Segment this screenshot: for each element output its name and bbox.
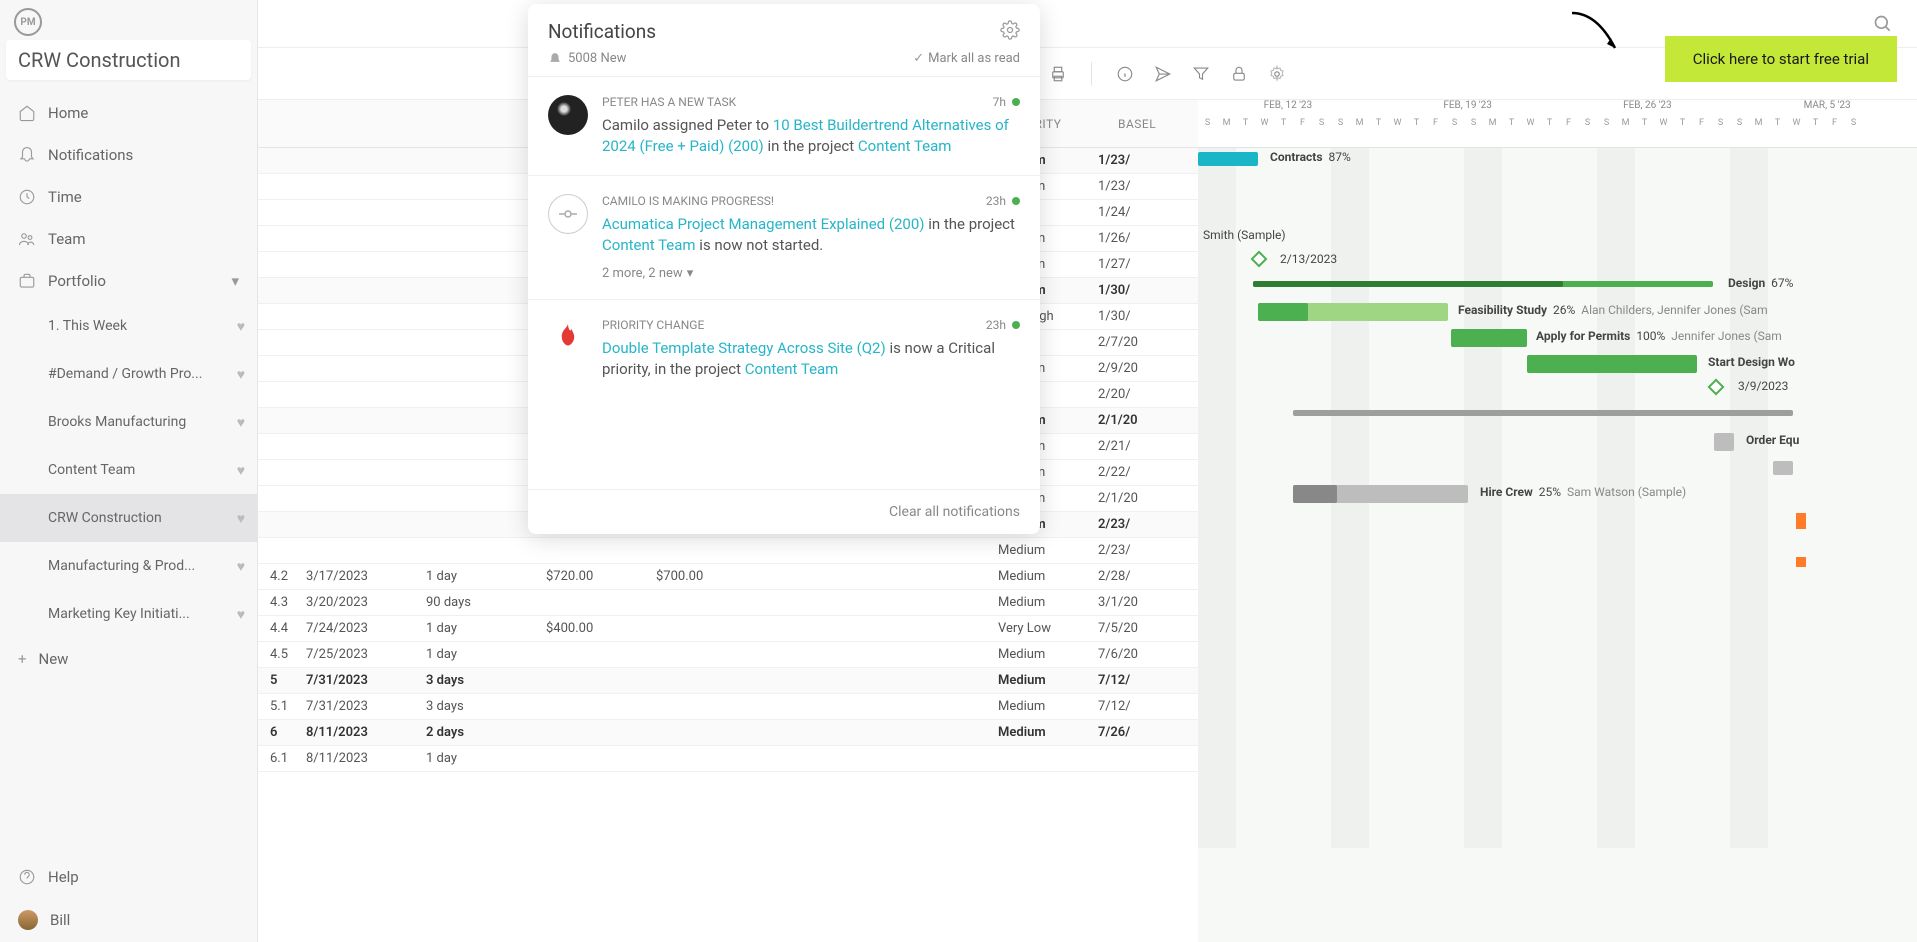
- info-icon[interactable]: [1112, 61, 1138, 87]
- gear-icon[interactable]: [1264, 61, 1290, 87]
- nav-portfolio[interactable]: Portfolio ▾: [0, 260, 257, 302]
- project-title-row[interactable]: CRW Construction: [6, 40, 251, 80]
- nav-new[interactable]: + New: [0, 638, 257, 680]
- send-icon[interactable]: [1150, 61, 1176, 87]
- milestone-icon[interactable]: [1708, 379, 1725, 396]
- plus-icon: +: [18, 650, 27, 668]
- table-row[interactable]: 4.57/25/20231 dayMedium7/6/20: [258, 642, 1198, 668]
- task-link[interactable]: Double Template Strategy Across Site (Q2…: [602, 339, 886, 357]
- portfolio-item[interactable]: Manufacturing & Prod...♥: [0, 542, 257, 590]
- gantt-bar-permits[interactable]: [1451, 329, 1527, 347]
- sidebar: PM CRW Construction Home Notifications T…: [0, 0, 258, 942]
- col-baseline[interactable]: BASEL: [1110, 117, 1198, 131]
- table-row[interactable]: 6.18/11/20231 day: [258, 746, 1198, 772]
- chevron-down-icon: ▾: [687, 266, 694, 281]
- chevron-down-icon: ▾: [231, 272, 239, 290]
- milestone-icon[interactable]: [1796, 557, 1806, 567]
- project-title: CRW Construction: [18, 48, 181, 72]
- unread-dot-icon: [1012, 197, 1020, 205]
- table-row[interactable]: 68/11/20232 daysMedium7/26/: [258, 720, 1198, 746]
- table-row[interactable]: 4.47/24/20231 day$400.00Very Low7/5/20: [258, 616, 1198, 642]
- notif-count: 5008 New: [568, 51, 626, 66]
- gantt-bar-order[interactable]: [1714, 433, 1734, 451]
- unread-dot-icon: [1012, 98, 1020, 106]
- print-icon[interactable]: [1045, 61, 1071, 87]
- home-icon: [18, 104, 36, 122]
- expand-more[interactable]: 2 more, 2 new▾: [602, 266, 1020, 281]
- gantt-pane[interactable]: FEB, 12 '23FEB, 19 '23FEB, 26 '23MAR, 5 …: [1198, 100, 1917, 942]
- clear-all-button[interactable]: Clear all notifications: [528, 489, 1040, 534]
- notifications-panel: Notifications 5008 New ✓Mark all as read…: [528, 4, 1040, 534]
- portfolio-item[interactable]: Marketing Key Initiati...♥: [0, 590, 257, 638]
- heart-icon[interactable]: ♥: [237, 606, 245, 623]
- gantt-bar-start-design[interactable]: [1527, 355, 1697, 373]
- team-icon: [18, 230, 36, 248]
- portfolio-item-active[interactable]: CRW Construction♥: [0, 494, 257, 542]
- cta-arrow: [1567, 8, 1627, 58]
- notif-title: Notifications: [548, 20, 656, 43]
- nav-notifications[interactable]: Notifications: [0, 134, 257, 176]
- free-trial-button[interactable]: Click here to start free trial: [1665, 36, 1897, 82]
- heart-icon[interactable]: ♥: [237, 318, 245, 335]
- table-row[interactable]: 57/31/20233 daysMedium7/12/: [258, 668, 1198, 694]
- bell-icon: [18, 146, 36, 164]
- app-logo: PM: [14, 8, 42, 36]
- table-row[interactable]: 4.33/20/202390 daysMedium3/1/20: [258, 590, 1198, 616]
- nav-home[interactable]: Home: [0, 92, 257, 134]
- nav-user[interactable]: Bill: [0, 898, 257, 942]
- avatar: [18, 910, 38, 930]
- gantt-body: Contracts 87% Smith (Sample) 2/13/2023 D…: [1198, 148, 1917, 848]
- avatar: [548, 95, 588, 135]
- lock-icon[interactable]: [1226, 61, 1252, 87]
- timeline-header: FEB, 12 '23FEB, 19 '23FEB, 26 '23MAR, 5 …: [1198, 100, 1917, 148]
- clock-icon: [18, 188, 36, 206]
- gantt-bar[interactable]: [1773, 461, 1793, 475]
- heart-icon[interactable]: ♥: [237, 558, 245, 575]
- portfolio-item[interactable]: #Demand / Growth Pro...♥: [0, 350, 257, 398]
- notif-item[interactable]: CAMILO IS MAKING PROGRESS!23h Acumatica …: [528, 176, 1040, 300]
- gantt-bar-contracts[interactable]: [1198, 152, 1258, 166]
- notif-item[interactable]: PRIORITY CHANGE23h Double Template Strat…: [528, 300, 1040, 398]
- bell-icon: [548, 52, 562, 66]
- project-link[interactable]: Content Team: [858, 137, 952, 155]
- milestone-icon[interactable]: [1251, 251, 1268, 268]
- heart-icon[interactable]: ♥: [237, 462, 245, 479]
- gear-icon[interactable]: [1000, 20, 1020, 40]
- heart-icon[interactable]: ♥: [237, 414, 245, 431]
- unread-dot-icon: [1012, 321, 1020, 329]
- nav-team[interactable]: Team: [0, 218, 257, 260]
- progress-icon: [548, 194, 588, 234]
- project-link[interactable]: Content Team: [602, 236, 696, 254]
- fire-icon: [548, 318, 588, 358]
- portfolio-item[interactable]: Content Team♥: [0, 446, 257, 494]
- briefcase-icon: [18, 272, 36, 290]
- portfolio-item[interactable]: Brooks Manufacturing♥: [0, 398, 257, 446]
- table-row[interactable]: 4.23/17/20231 day$720.00$700.00Medium2/2…: [258, 564, 1198, 590]
- gantt-summary[interactable]: [1293, 410, 1793, 416]
- nav-help[interactable]: Help: [0, 856, 257, 898]
- notif-item[interactable]: PETER HAS A NEW TASK7h Camilo assigned P…: [528, 77, 1040, 176]
- milestone-icon[interactable]: [1796, 513, 1806, 529]
- table-row[interactable]: 5.17/31/20233 daysMedium7/12/: [258, 694, 1198, 720]
- search-icon[interactable]: [1873, 14, 1893, 34]
- task-link[interactable]: Acumatica Project Management Explained (…: [602, 215, 925, 233]
- filter-icon[interactable]: [1188, 61, 1214, 87]
- heart-icon[interactable]: ♥: [237, 366, 245, 383]
- table-row[interactable]: Medium2/23/: [258, 538, 1198, 564]
- nav-time[interactable]: Time: [0, 176, 257, 218]
- heart-icon[interactable]: ♥: [237, 510, 245, 527]
- portfolio-item[interactable]: 1. This Week♥: [0, 302, 257, 350]
- main-area: + Click here to start free trial: [258, 0, 1917, 942]
- project-link[interactable]: Content Team: [745, 360, 839, 378]
- mark-all-read[interactable]: ✓Mark all as read: [913, 51, 1020, 66]
- help-icon: [18, 868, 36, 886]
